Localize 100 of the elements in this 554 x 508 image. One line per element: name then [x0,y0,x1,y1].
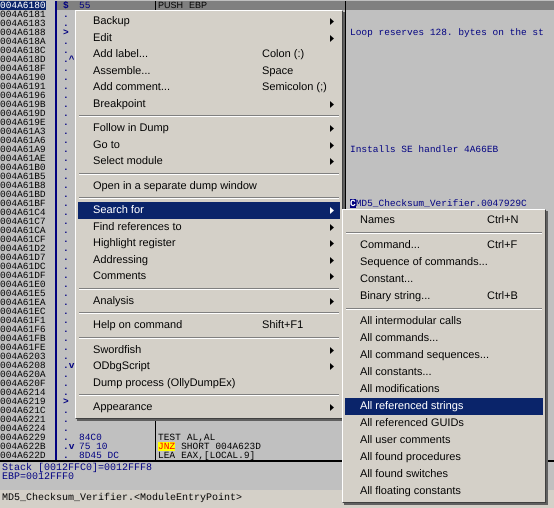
comment-text: MD5_Checksum_Verifier.0047929C [356,199,527,208]
menu-item[interactable]: Open in a separate dump window [78,178,340,194]
flow-marker: .v [63,361,74,370]
flow-marker: . [63,163,69,172]
status-text: MD5_Checksum_Verifier.<ModuleEntryPoint> [2,493,242,504]
menu-item[interactable]: Backup [78,13,340,30]
flow-marker: . [63,289,69,298]
comment-text: Installs SE handler 4A66EB [350,145,498,154]
menu-item[interactable]: ODbgScript [78,358,340,374]
flow-marker: . [63,100,69,109]
menu-item[interactable]: Highlight register [78,235,340,252]
menu-item[interactable]: All found switches [345,466,543,483]
menu-item[interactable]: Add comment... Semicolon (;) [78,79,340,96]
flow-marker: . [63,19,69,28]
hex-bytes: 75 10 [79,442,108,451]
menu-item[interactable]: Search for [78,202,340,218]
menu-item[interactable]: Breakpoint [78,96,340,112]
menu-item[interactable]: All user comments [345,432,543,449]
flow-marker: . [63,298,69,307]
menu-item[interactable]: Add label... Colon (:) [78,46,340,62]
flow-marker: . [63,226,69,235]
flow-marker: . [63,235,69,244]
flow-marker: . [63,316,69,325]
flow-marker: . [63,64,69,73]
menu-item[interactable]: Analysis [78,292,340,309]
flow-marker: . [63,334,69,343]
flow-marker: . [63,307,69,316]
menu-item[interactable]: Binary string... Ctrl+B [345,288,543,305]
flow-marker: . [63,136,69,145]
operands-text: EAX,[LOCAL.9] [181,451,256,460]
operands-text: SHORT 004A623D [181,442,261,451]
flow-marker: . [63,451,69,460]
flow-marker: . [63,388,69,397]
flow-marker: . [63,217,69,226]
flow-marker: . [63,91,69,100]
hex-bytes: 55 [79,1,90,10]
menu-item[interactable]: Names Ctrl+N [345,212,543,229]
flow-marker: . [63,145,69,154]
flow-marker: . [63,109,69,118]
menu-item[interactable]: Addressing [78,252,340,268]
flow-marker: . [63,172,69,181]
menu-item[interactable]: Find references to [78,218,340,235]
info-text: EBP=0012FFF0 [2,472,74,483]
flow-marker: . [63,73,69,82]
menu-item[interactable]: Constant... [345,271,543,288]
menu-item[interactable]: All floating constants [345,483,543,500]
operands-text: EBP [189,1,208,10]
hex-bytes: 8D45 DC [79,451,119,460]
menu-item[interactable]: Select module [78,153,340,170]
mnemonic-text: TEST [158,433,181,442]
flow-marker: . [63,181,69,190]
flow-marker: . [63,82,69,91]
menu-item[interactable]: Command... Ctrl+F [345,237,543,254]
menu-item[interactable]: Assemble... Space [78,62,340,79]
flow-marker: . [63,271,69,280]
flow-marker: > [63,397,69,406]
flow-marker: . [63,46,69,55]
flow-marker: . [63,10,69,19]
menu-item[interactable]: All referenced GUIDs [345,415,543,432]
menu-item[interactable]: All commands... [345,330,543,347]
menu-item[interactable]: Follow in Dump [78,120,340,136]
comment-tag: C [350,199,356,208]
menu-item[interactable]: Go to [78,136,340,153]
menu-item[interactable]: Help on command Shift+F1 [78,317,340,334]
menu-item[interactable]: All modifications [345,381,543,398]
menu-item[interactable]: Dump process (OllyDumpEx) [78,374,340,391]
comment-text: Loop reserves 128. bytes on the st [350,28,544,37]
flow-marker: .^ [63,55,74,64]
flow-marker: . [63,190,69,199]
menu-item[interactable]: All constants... [345,364,543,381]
menu-item[interactable]: Appearance [78,399,340,416]
menu-item[interactable]: Edit [78,30,340,46]
menu-item[interactable]: All referenced strings [345,398,543,415]
menu-item[interactable]: All command sequences... [345,347,543,364]
flow-marker: . [63,424,69,433]
address-text[interactable]: 004A6180 [0,1,46,10]
flow-marker: . [63,253,69,262]
flow-marker: . [63,379,69,388]
flow-marker: . [63,352,69,361]
flow-marker: . [63,406,69,415]
flow-marker: . [63,325,69,334]
menu-item[interactable]: Comments [78,268,340,284]
flow-marker: . [63,370,69,379]
flow-marker: > [63,28,69,37]
flow-marker: .v [63,442,74,451]
mnemonic-text: LEA [158,451,176,460]
menu-item[interactable]: Swordfish [78,342,340,358]
menu-item[interactable]: Sequence of commands... [345,254,543,271]
menu-item[interactable]: All intermodular calls [345,313,543,330]
flow-marker: . [63,433,69,442]
flow-marker: . [63,199,69,208]
flow-marker: . [63,415,69,424]
flow-marker: . [63,280,69,289]
flow-marker: . [63,154,69,163]
address-text[interactable]: 004A61F1 [0,316,46,325]
flow-marker: . [63,118,69,127]
operands-text: AL,AL [186,433,216,442]
menu-item[interactable]: All found procedures [345,449,543,466]
flow-marker: . [63,262,69,271]
flow-marker: . [63,343,69,352]
